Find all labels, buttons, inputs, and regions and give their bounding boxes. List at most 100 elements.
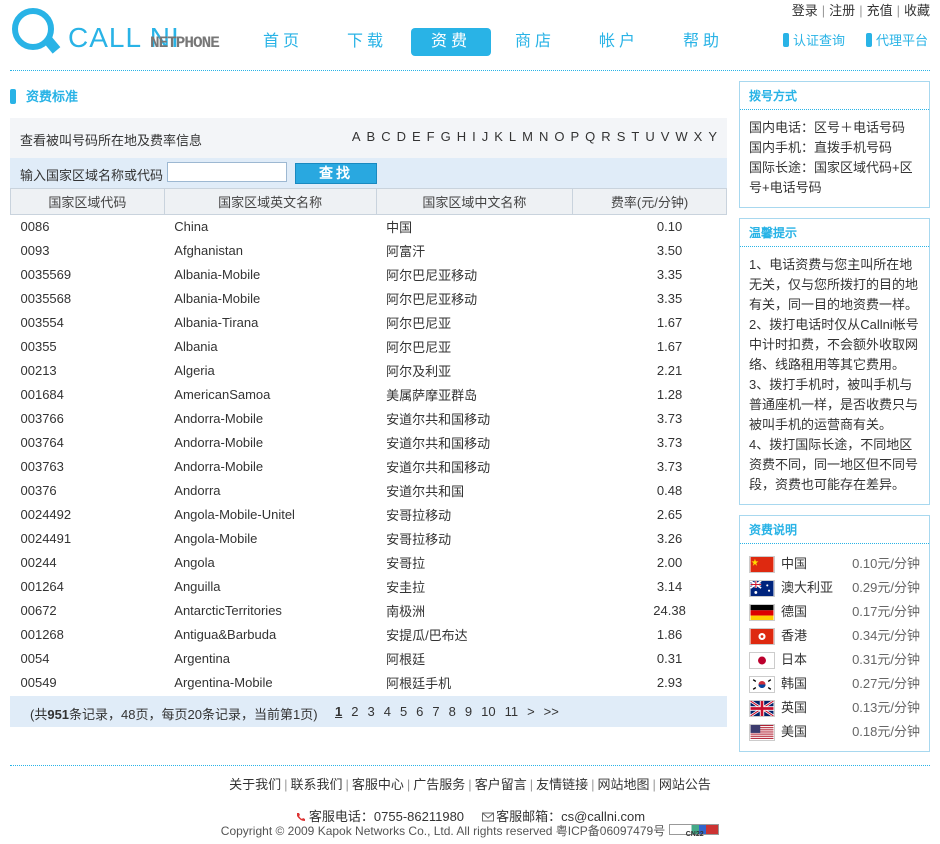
- letter-link[interactable]: O: [554, 129, 564, 144]
- country-rate: 0.27元/分钟: [852, 676, 920, 691]
- tip-text: 4、拨打国际长途，不同地区资费不同，同一地区但不同号段，资费也可能存在差异。: [749, 437, 919, 492]
- page-link[interactable]: >: [527, 704, 535, 719]
- dial-line: 国内电话：区号＋电话号码: [749, 120, 906, 135]
- dial-line: 国际长途：国家区域代码+区号+电话号码: [749, 160, 913, 195]
- footer-link[interactable]: 广告服务: [413, 777, 465, 792]
- cell-english-name: Andorra-Mobile: [174, 459, 264, 474]
- cell-rate: 1.67: [656, 315, 683, 330]
- dial-line: 国内手机：直拨手机号码: [749, 140, 893, 155]
- recharge-link[interactable]: 充值: [867, 3, 893, 18]
- page-link[interactable]: >>: [544, 704, 559, 719]
- letter-link[interactable]: S: [617, 129, 626, 144]
- page-link[interactable]: 4: [384, 704, 391, 719]
- agent-platform-link[interactable]: 代理平台: [866, 30, 928, 49]
- letter-link[interactable]: X: [694, 129, 703, 144]
- letter-link[interactable]: C: [381, 129, 390, 144]
- letter-link[interactable]: E: [412, 129, 421, 144]
- letter-link[interactable]: H: [457, 129, 466, 144]
- nav-help[interactable]: 帮助: [663, 28, 743, 56]
- nav-shop[interactable]: 商店: [495, 28, 575, 56]
- letter-link[interactable]: U: [645, 129, 654, 144]
- letter-link[interactable]: D: [397, 129, 406, 144]
- country-rate: 0.10元/分钟: [852, 556, 920, 571]
- tip-text: 1、电话资费与您主叫所在地无关，仅与您所拨打的目的地有关，同一目的地资费一样。: [749, 257, 919, 312]
- table-row: 0035568 Albania-Mobile 阿尔巴尼亚移动 3.35: [11, 287, 727, 311]
- letter-link[interactable]: F: [427, 129, 435, 144]
- nav-download[interactable]: 下载: [327, 28, 407, 56]
- letter-link[interactable]: B: [367, 129, 376, 144]
- register-link[interactable]: 注册: [829, 3, 855, 18]
- cell-code: 001684: [20, 387, 64, 402]
- cell-chinese-name: 南极洲: [386, 604, 426, 619]
- search-button[interactable]: 查找: [295, 163, 377, 184]
- logo[interactable]: CALL NI NETPHONE: [10, 6, 220, 60]
- page-link[interactable]: 6: [416, 704, 423, 719]
- cell-english-name: Andorra-Mobile: [174, 435, 264, 450]
- divider: |: [345, 777, 349, 792]
- letter-link[interactable]: M: [522, 129, 533, 144]
- verify-query-link[interactable]: 认证查询: [783, 30, 845, 49]
- letter-link[interactable]: A: [352, 129, 361, 144]
- copyright: Copyright © 2009 Kapok Networks Co., Ltd…: [0, 822, 940, 839]
- header-divider: [10, 70, 930, 71]
- divider: |: [529, 777, 534, 792]
- copyright-text: Copyright © 2009 Kapok Networks Co., Ltd…: [220, 824, 666, 838]
- page-link[interactable]: 8: [449, 704, 456, 719]
- letter-link[interactable]: G: [441, 129, 451, 144]
- divider: |: [859, 3, 863, 18]
- page-link[interactable]: 1: [335, 704, 342, 719]
- letter-link[interactable]: L: [509, 129, 516, 144]
- nav-home[interactable]: 首页: [243, 28, 323, 56]
- footer-link[interactable]: 关于我们: [229, 777, 281, 792]
- cell-rate: 1.86: [656, 627, 683, 642]
- letter-link[interactable]: W: [675, 129, 687, 144]
- page-link[interactable]: 3: [367, 704, 374, 719]
- cell-rate: 3.73: [656, 411, 683, 426]
- search-input[interactable]: [167, 162, 287, 182]
- letter-link[interactable]: T: [631, 129, 639, 144]
- table-row: 00376 Andorra 安道尔共和国 0.48: [11, 479, 727, 503]
- page-link[interactable]: 2: [351, 704, 358, 719]
- page-link[interactable]: 7: [432, 704, 439, 719]
- footer-link[interactable]: 客服中心: [352, 777, 404, 792]
- letter-link[interactable]: V: [661, 129, 670, 144]
- rate-summary-item: 德国 0.17元/分钟: [749, 600, 920, 624]
- table-row: 00355 Albania 阿尔巴尼亚 1.67: [11, 335, 727, 359]
- footer-link[interactable]: 客户留言: [475, 777, 527, 792]
- country-rate: 0.29元/分钟: [852, 580, 920, 595]
- footer-link[interactable]: 网站地图: [598, 777, 650, 792]
- cell-code: 0086: [20, 219, 50, 235]
- badge-label: CN22: [685, 831, 704, 838]
- search-bar: 输入国家区域名称或代码 查找: [10, 158, 727, 188]
- page-link[interactable]: 11: [505, 704, 519, 719]
- header: CALL NI NETPHONE 登录 | 注册 | 充值 | 收藏 首页 下载 资费 商店…: [0, 0, 940, 70]
- letter-link[interactable]: K: [494, 129, 503, 144]
- rate-summary-list: 中国 0.10元/分钟 澳大利亚 0.29元/分钟 德国 0.17元/分钟 香港 0.34元/…: [740, 544, 929, 752]
- table-row: 00672 AntarcticTerritories 南极洲 24.38: [11, 599, 727, 623]
- letter-link[interactable]: N: [539, 129, 548, 144]
- rate-summary-item: 中国 0.10元/分钟: [749, 552, 920, 576]
- bar-icon: [783, 33, 789, 47]
- page-link[interactable]: 9: [465, 704, 472, 719]
- letter-link[interactable]: P: [571, 129, 580, 144]
- footer-link[interactable]: 网站公告: [659, 777, 711, 792]
- letter-link[interactable]: J: [482, 129, 489, 144]
- rate-summary-item: 澳大利亚 0.29元/分钟: [749, 576, 920, 600]
- letter-link[interactable]: I: [472, 129, 476, 144]
- letter-link[interactable]: Q: [585, 129, 595, 144]
- nav-account[interactable]: 帐户: [579, 28, 659, 56]
- cnzz-badge-icon[interactable]: CN22: [669, 824, 720, 838]
- favorite-link[interactable]: 收藏: [904, 3, 930, 18]
- login-link[interactable]: 登录: [792, 3, 818, 18]
- letter-link[interactable]: Y: [708, 129, 717, 144]
- footer-link[interactable]: 友情链接: [536, 777, 588, 792]
- tips-body: 1、电话资费与您主叫所在地无关，仅与您所拨打的目的地有关，同一目的地资费一样。 …: [740, 247, 929, 503]
- bar-icon: [10, 89, 16, 104]
- rate-summary-panel: 资费说明 中国 0.10元/分钟 澳大利亚 0.29元/分钟 德国 0.17元/分钟 香港 0…: [739, 515, 930, 752]
- footer-link[interactable]: 联系我们: [290, 777, 342, 792]
- letter-link[interactable]: R: [601, 129, 610, 144]
- nav-rates[interactable]: 资费: [411, 28, 491, 56]
- top-links: 登录 | 注册 | 充值 | 收藏: [792, 0, 930, 19]
- page-link[interactable]: 10: [481, 704, 495, 719]
- page-link[interactable]: 5: [400, 704, 407, 719]
